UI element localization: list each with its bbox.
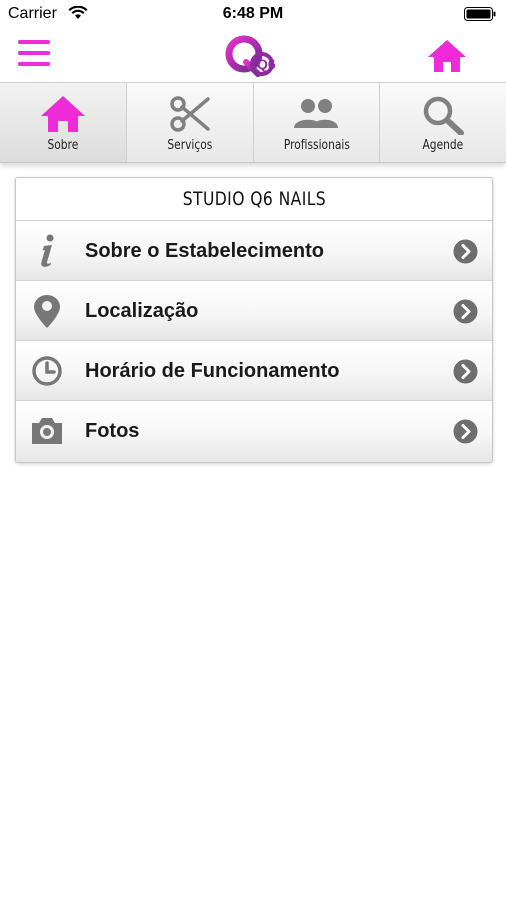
status-bar: Carrier 6:48 PM — [0, 0, 506, 30]
list-item-label: Horário de Funcionamento — [85, 360, 340, 382]
list-item-localizacao[interactable]: Localização — [16, 281, 492, 341]
app-header: Q6 — [0, 30, 506, 82]
studio-info-card: STUDIO Q6 NAILS Sobre o Estabelecimento … — [15, 177, 493, 463]
camera-icon — [32, 418, 62, 444]
home-icon — [40, 96, 85, 132]
tab-agende[interactable]: Agende — [380, 83, 506, 162]
info-icon — [41, 234, 54, 267]
list-item-fotos[interactable]: Fotos — [16, 401, 492, 462]
card-title: STUDIO Q6 NAILS — [16, 178, 492, 221]
clock-time: 6:48 PM — [222, 5, 284, 22]
search-icon — [423, 96, 465, 135]
clock-icon — [32, 356, 62, 386]
list-item-label: Localização — [85, 300, 199, 322]
list-item-horario[interactable]: Horário de Funcionamento — [16, 341, 492, 401]
tab-label: Serviços — [167, 138, 213, 153]
list-item-sobre-estabelecimento[interactable]: Sobre o Estabelecimento — [16, 221, 492, 281]
tab-label: Profissionais — [283, 138, 350, 153]
scissors-icon — [169, 96, 210, 132]
brand-logo: Q6 — [225, 35, 276, 77]
logo-text: Q6 — [257, 56, 276, 72]
battery-icon — [464, 7, 496, 21]
people-icon — [294, 99, 339, 128]
chevron-right-icon — [453, 239, 478, 264]
hamburger-menu-icon — [18, 40, 50, 44]
chevron-right-icon — [453, 419, 478, 444]
map-pin-icon — [34, 295, 60, 328]
home-button[interactable] — [426, 38, 468, 74]
tab-label: Sobre — [47, 138, 79, 153]
tab-sobre[interactable]: Sobre — [0, 83, 127, 162]
list-item-label: Sobre o Estabelecimento — [85, 240, 324, 262]
tab-servicos[interactable]: Serviços — [127, 83, 254, 162]
chevron-right-icon — [453, 299, 478, 324]
tab-profissionais[interactable]: Profissionais — [254, 83, 381, 162]
chevron-right-icon — [453, 359, 478, 384]
menu-button[interactable] — [18, 40, 52, 70]
tab-bar: Sobre Serviços Profissionais Agende — [0, 82, 506, 163]
list-item-label: Fotos — [85, 420, 140, 442]
tab-label: Agende — [422, 138, 464, 153]
